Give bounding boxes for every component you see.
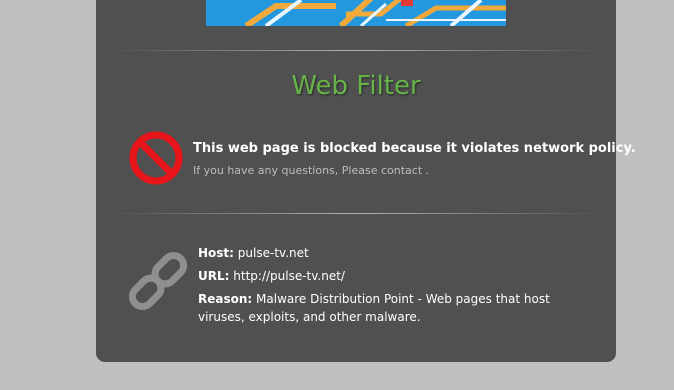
url-row: URL: http://pulse-tv.net/ bbox=[198, 267, 590, 285]
blocked-details: Host: pulse-tv.net URL: http://pulse-tv.… bbox=[198, 244, 590, 331]
url-value: http://pulse-tv.net/ bbox=[233, 269, 345, 283]
host-label: Host: bbox=[198, 246, 234, 260]
block-page-panel: Web Filter This web page is blocked beca… bbox=[96, 0, 636, 362]
host-value: pulse-tv.net bbox=[237, 246, 309, 260]
contact-message: If you have any questions, Please contac… bbox=[193, 164, 430, 177]
banner-image bbox=[206, 0, 506, 26]
middle-divider bbox=[108, 213, 604, 214]
block-message: This web page is blocked because it viol… bbox=[193, 141, 636, 156]
banner-graphic bbox=[206, 0, 506, 26]
host-row: Host: pulse-tv.net bbox=[198, 244, 590, 262]
page-title: Web Filter bbox=[291, 71, 421, 101]
prohibited-icon bbox=[128, 130, 184, 186]
chain-link-icon bbox=[128, 251, 188, 311]
top-divider bbox=[108, 50, 604, 51]
url-label: URL: bbox=[198, 269, 230, 283]
reason-label: Reason: bbox=[198, 292, 253, 306]
reason-row: Reason: Malware Distribution Point - Web… bbox=[198, 290, 590, 326]
